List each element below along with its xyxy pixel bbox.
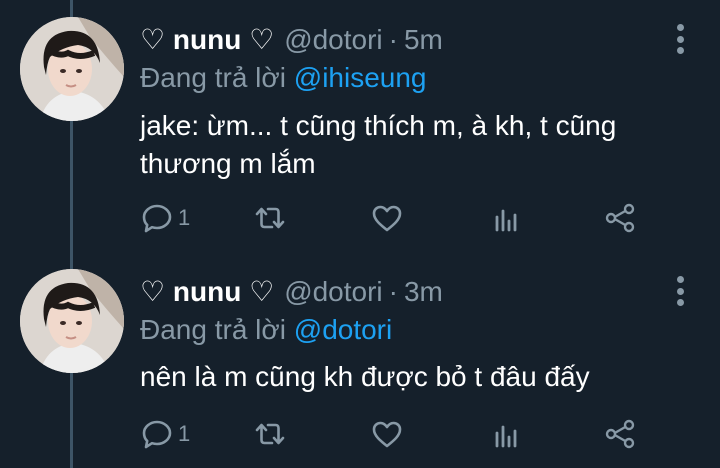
retweet-button[interactable]	[253, 414, 287, 454]
share-icon	[605, 203, 635, 233]
retweet-icon	[255, 207, 285, 229]
avatar[interactable]	[20, 269, 124, 373]
display-name[interactable]: ♡ nunu ♡	[140, 22, 274, 58]
tweet-thread: ♡ nunu ♡ @dotori · 5m Đang trả lời @ihis…	[0, 0, 720, 468]
replying-to: Đang trả lời @dotori	[140, 312, 392, 348]
reply-icon	[142, 420, 172, 449]
replying-to-label: Đang trả lời	[140, 62, 294, 93]
mention-link[interactable]: @dotori	[294, 314, 392, 345]
separator-dot: ·	[388, 24, 398, 55]
share-button[interactable]	[603, 414, 637, 454]
tweet[interactable]: ♡ nunu ♡ @dotori · 5m Đang trả lời @ihis…	[0, 0, 720, 262]
separator-dot: ·	[388, 276, 398, 307]
tweet-header: ♡ nunu ♡ @dotori · 3m	[140, 274, 660, 310]
timestamp[interactable]: 5m	[404, 22, 443, 58]
like-button[interactable]	[370, 414, 404, 454]
more-vertical-icon[interactable]	[676, 276, 684, 306]
tweet-actions: 1	[140, 198, 700, 238]
analytics-button[interactable]	[489, 414, 523, 454]
like-button[interactable]	[370, 198, 404, 238]
replying-to: Đang trả lời @ihiseung	[140, 60, 427, 96]
tweet-actions: 1	[140, 414, 700, 454]
timestamp[interactable]: 3m	[404, 274, 443, 310]
username-handle[interactable]: @dotori	[284, 22, 382, 58]
analytics-icon	[495, 209, 517, 232]
tweet-header: ♡ nunu ♡ @dotori · 5m	[140, 22, 660, 58]
avatar-image	[20, 269, 124, 373]
reply-icon	[142, 204, 172, 233]
display-name[interactable]: ♡ nunu ♡	[140, 274, 274, 310]
avatar-image	[20, 17, 124, 121]
reply-count: 1	[178, 205, 191, 230]
reply-count: 1	[178, 421, 191, 446]
retweet-button[interactable]	[253, 198, 287, 238]
more-vertical-icon[interactable]	[676, 24, 684, 54]
reply-button[interactable]: 1	[140, 414, 190, 454]
share-button[interactable]	[603, 198, 637, 238]
tweet-text: jake: ừm... t cũng thích m, à kh, t cũng…	[140, 110, 617, 179]
tweet[interactable]: ♡ nunu ♡ @dotori · 3m Đang trả lời @doto…	[0, 262, 720, 468]
avatar[interactable]	[20, 17, 124, 121]
heart-icon	[372, 421, 402, 448]
heart-icon	[372, 205, 402, 232]
username-handle[interactable]: @dotori	[284, 274, 382, 310]
share-icon	[605, 419, 635, 449]
mention-link[interactable]: @ihiseung	[294, 62, 427, 93]
retweet-icon	[255, 423, 285, 445]
tweet-text: nên là m cũng kh được bỏ t đâu đấy	[140, 361, 590, 392]
replying-to-label: Đang trả lời	[140, 314, 294, 345]
reply-button[interactable]: 1	[140, 198, 190, 238]
analytics-button[interactable]	[489, 198, 523, 238]
analytics-icon	[495, 425, 517, 448]
